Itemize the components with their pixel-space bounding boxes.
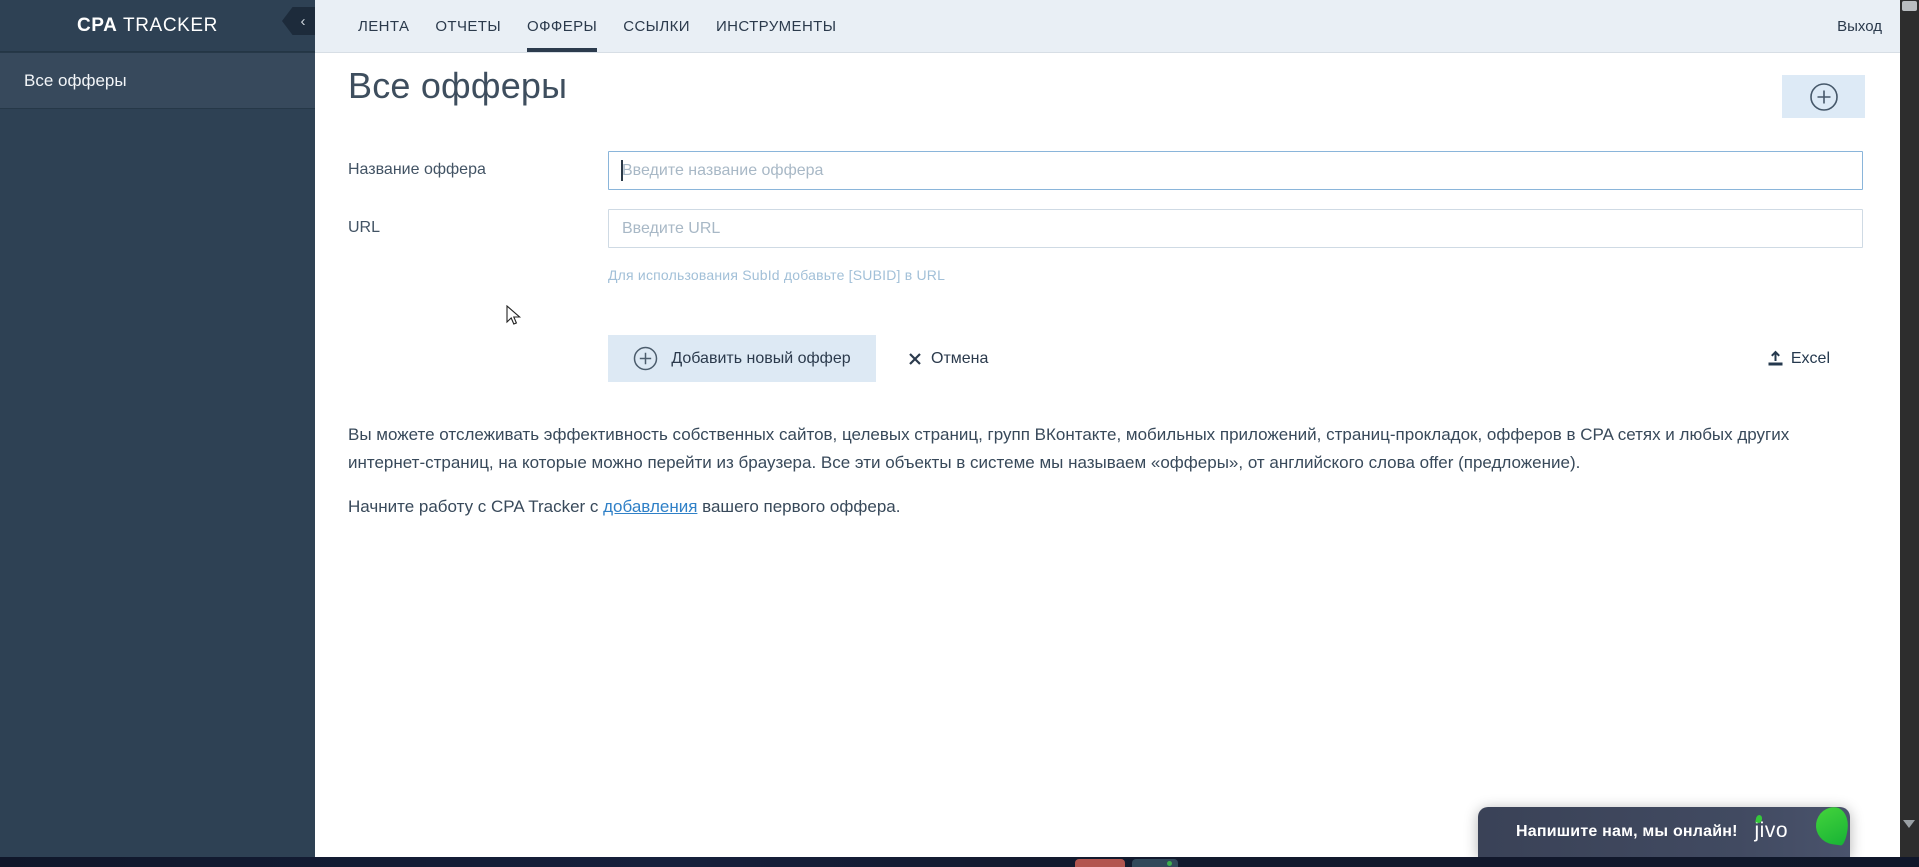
- page-title: Все офферы: [348, 65, 568, 106]
- jivo-logo: jivo: [1754, 814, 1788, 843]
- excel-export-button[interactable]: Excel: [1767, 335, 1830, 382]
- getting-started-paragraph: Начните работу с CPA Tracker с добавлени…: [348, 493, 1826, 521]
- text-caret: [621, 160, 623, 181]
- logo-bold: CPA: [76, 14, 118, 36]
- jivo-chat-widget[interactable]: Напишите нам, мы онлайн! jivo: [1478, 804, 1851, 857]
- app-window: CPA TRACKER ‹ Все офферы ЛЕНТА ОТЧЕТЫ ОФ…: [0, 0, 1919, 867]
- scroll-down-arrow-icon[interactable]: [1903, 820, 1915, 828]
- nav-tabs: ЛЕНТА ОТЧЕТЫ ОФФЕРЫ ССЫЛКИ ИНСТРУМЕНТЫ: [345, 0, 849, 52]
- tab-lenta[interactable]: ЛЕНТА: [345, 0, 422, 52]
- scrollbar-thumb[interactable]: [1902, 1, 1917, 11]
- tab-offery[interactable]: ОФФЕРЫ: [514, 0, 610, 52]
- chevron-left-icon: ‹: [300, 12, 306, 30]
- add-offer-icon-button[interactable]: [1782, 75, 1865, 118]
- url-label: URL: [348, 219, 381, 236]
- offer-name-input[interactable]: [608, 151, 1863, 190]
- x-icon: [909, 352, 921, 365]
- cancel-button[interactable]: Отмена: [908, 335, 988, 382]
- sidebar-item-all-offers[interactable]: Все офферы: [0, 52, 315, 109]
- description-paragraph: Вы можете отслеживать эффективность собс…: [348, 425, 1790, 472]
- tab-ssylki[interactable]: ССЫЛКИ: [610, 0, 703, 52]
- jivo-leaf-icon: [1813, 804, 1851, 847]
- add-offer-link[interactable]: добавления: [603, 497, 697, 516]
- taskbar-teal-item: [1132, 859, 1178, 867]
- add-new-offer-button[interactable]: Добавить новый оффер: [608, 335, 876, 382]
- subid-hint: Для использования SubId добавьте [SUBID]…: [608, 267, 946, 283]
- sidebar: CPA TRACKER ‹ Все офферы: [0, 0, 315, 857]
- tab-instrumenty[interactable]: ИНСТРУМЕНТЫ: [703, 0, 850, 52]
- taskbar-strip: [0, 857, 1919, 867]
- logo-area: CPA TRACKER ‹: [0, 0, 315, 52]
- circle-plus-icon: [634, 346, 658, 371]
- app-logo: CPA TRACKER: [77, 15, 218, 37]
- logout-link[interactable]: Выход: [1837, 0, 1882, 52]
- offer-name-label: Название оффера: [348, 161, 486, 178]
- vertical-scrollbar[interactable]: [1900, 0, 1919, 867]
- chat-message: Напишите нам, мы онлайн!: [1516, 823, 1738, 840]
- upload-icon: [1768, 350, 1783, 366]
- paragraph2-after: вашего первого оффера.: [697, 497, 901, 516]
- cancel-label: Отмена: [931, 349, 989, 367]
- sidebar-collapse-button[interactable]: ‹: [282, 7, 315, 35]
- paragraph2-before: Начните работу с CPA Tracker с: [348, 497, 604, 516]
- tab-otchety[interactable]: ОТЧЕТЫ: [422, 0, 514, 52]
- taskbar-red-item: [1075, 859, 1125, 867]
- top-navigation: ЛЕНТА ОТЧЕТЫ ОФФЕРЫ ССЫЛКИ ИНСТРУМЕНТЫ В…: [315, 0, 1900, 53]
- main-content: Все офферы Название оффера URL Для испол…: [315, 53, 1900, 857]
- logo-rest: TRACKER: [117, 14, 219, 36]
- url-input[interactable]: [608, 209, 1863, 248]
- excel-label: Excel: [1790, 349, 1830, 367]
- add-new-offer-label: Добавить новый оффер: [671, 349, 851, 367]
- circle-plus-icon: [1809, 82, 1838, 111]
- sidebar-item-label: Все офферы: [24, 70, 127, 90]
